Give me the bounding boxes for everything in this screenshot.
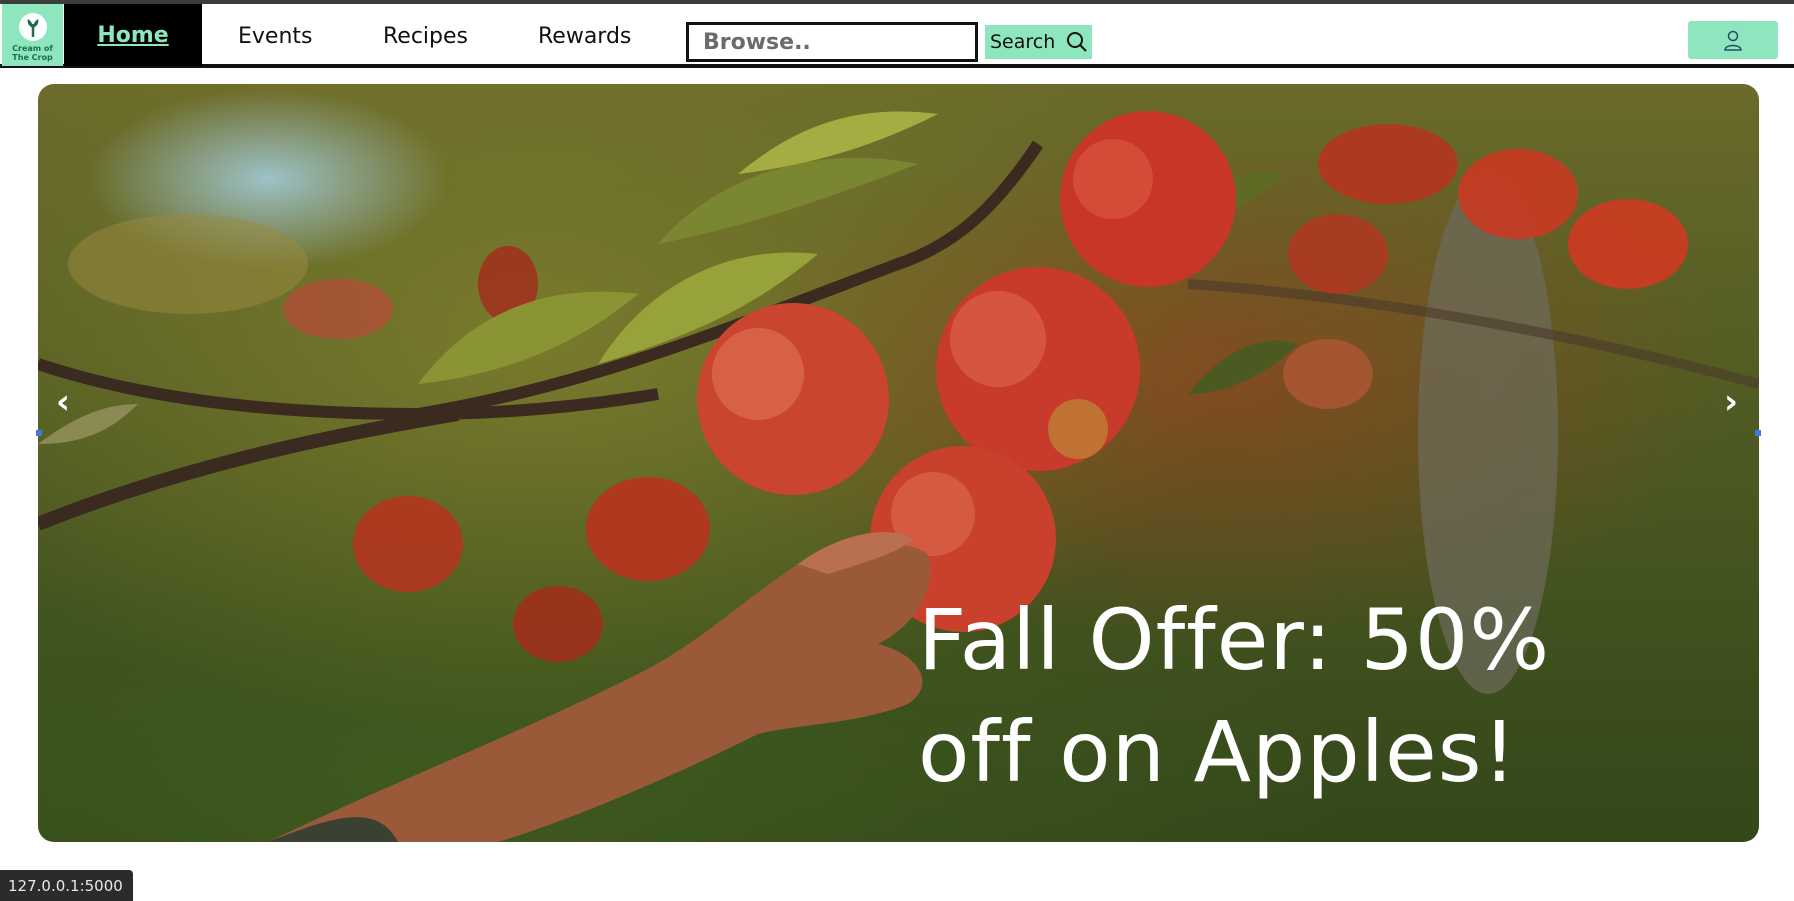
carousel-prev-arrow[interactable]: ‹ xyxy=(56,382,70,422)
sprout-icon xyxy=(18,13,47,41)
nav-link-home-label: Home xyxy=(97,22,169,48)
navbar: Cream of The Crop Home Events Recipes Re… xyxy=(0,4,1794,68)
search-icon xyxy=(1067,32,1087,52)
carousel-handle-right xyxy=(1755,430,1761,436)
hero-caption-line-2: off on Apples! xyxy=(918,703,1518,801)
search-button-label: Search xyxy=(990,31,1056,53)
nav-link-recipes[interactable]: Recipes xyxy=(383,24,468,49)
search-input[interactable] xyxy=(686,22,978,62)
carousel-next-arrow[interactable]: › xyxy=(1724,382,1738,422)
nav-link-events[interactable]: Events xyxy=(238,24,313,49)
carousel-handle-left xyxy=(36,430,42,436)
logo-text: Cream of The Crop xyxy=(12,44,53,62)
status-bar-url: 127.0.0.1:5000 xyxy=(0,870,133,901)
hero-carousel: ‹ › Fall Offer: 50% off on Apples! xyxy=(38,84,1759,842)
user-account-button[interactable] xyxy=(1688,21,1778,59)
user-icon xyxy=(1724,30,1742,51)
logo[interactable]: Cream of The Crop xyxy=(2,4,63,66)
nav-link-rewards[interactable]: Rewards xyxy=(538,24,631,49)
nav-link-home[interactable]: Home xyxy=(64,4,202,66)
hero-caption-line-1: Fall Offer: 50% xyxy=(918,591,1551,689)
search-button[interactable]: Search xyxy=(985,25,1092,59)
hero-caption: Fall Offer: 50% off on Apples! xyxy=(918,584,1758,808)
